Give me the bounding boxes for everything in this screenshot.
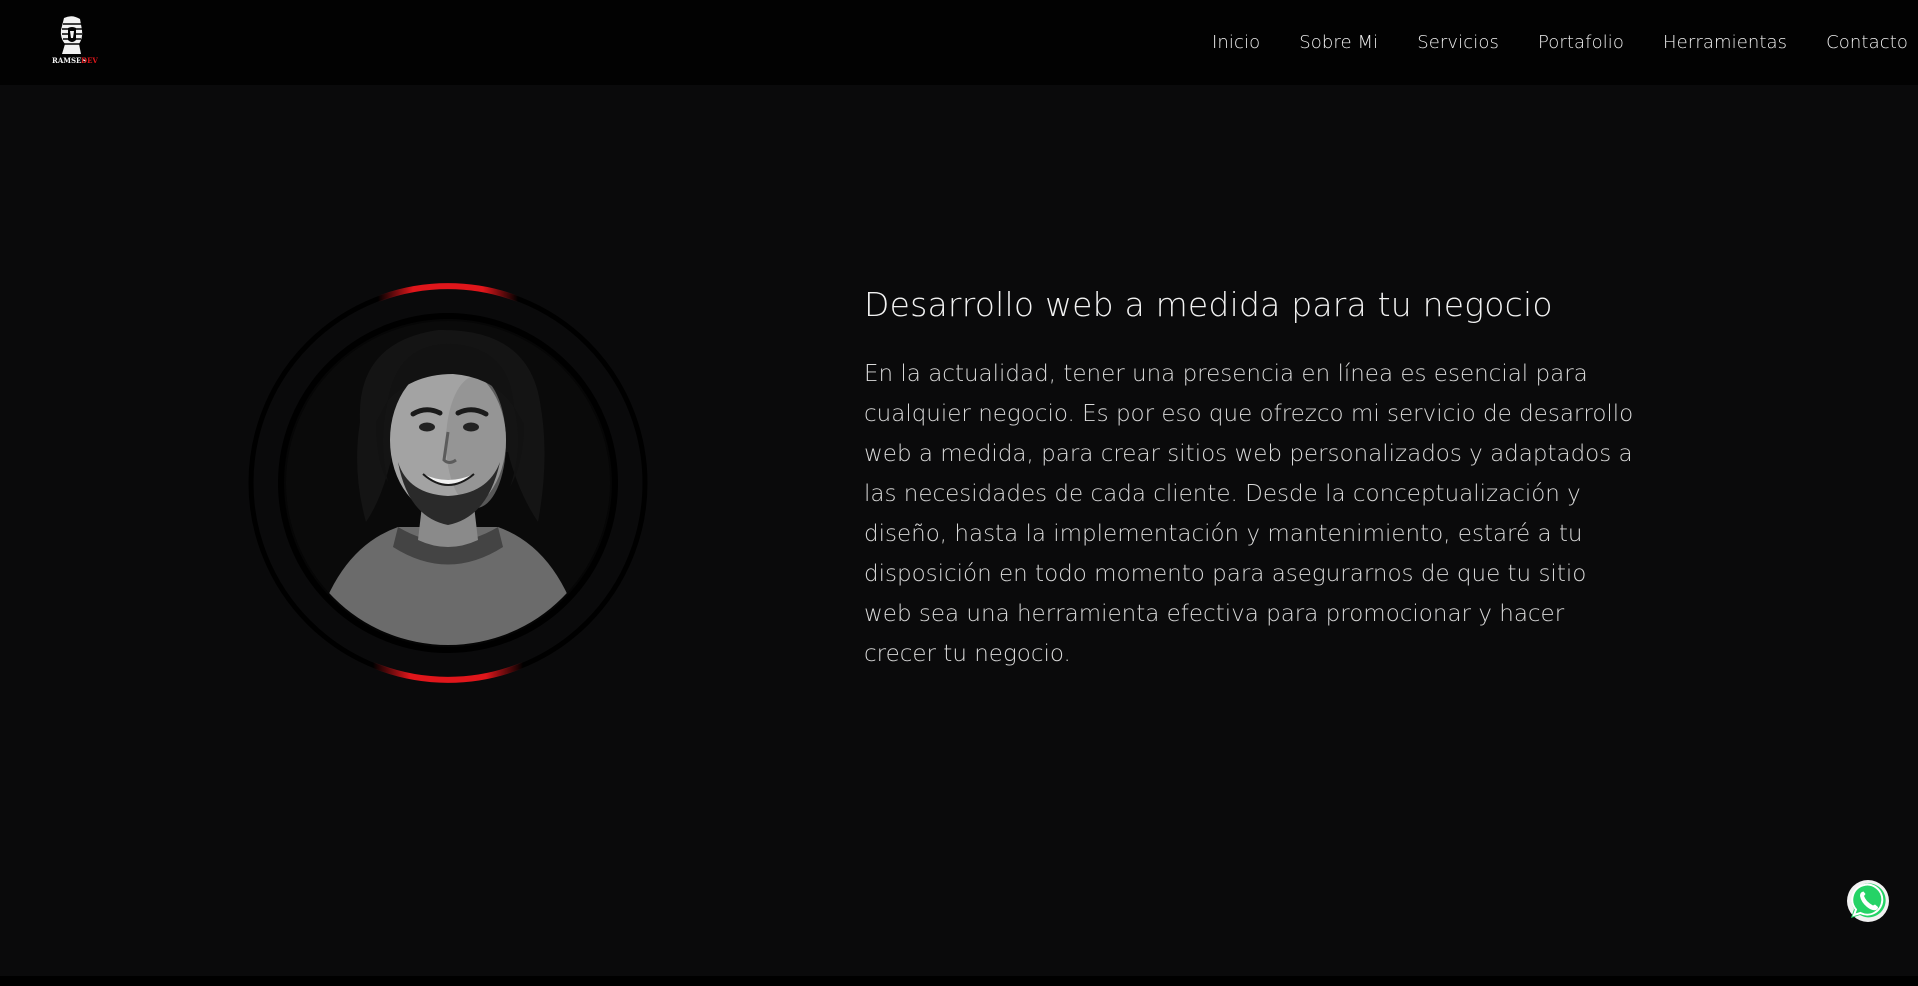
whatsapp-icon xyxy=(1847,880,1889,922)
profile-image-frame xyxy=(248,282,648,684)
logo-text-accent: DEV xyxy=(81,56,98,65)
whatsapp-button[interactable] xyxy=(1845,878,1891,924)
nav-link-inicio[interactable]: Inicio xyxy=(1212,32,1260,53)
hero-text-block: Desarrollo web a medida para tu negocio … xyxy=(864,285,1644,674)
nav-link-sobre-mi[interactable]: Sobre Mi xyxy=(1299,32,1378,53)
footer-edge xyxy=(0,976,1918,986)
nav-link-herramientas[interactable]: Herramientas xyxy=(1663,32,1787,53)
navbar: RAMSES DEV Inicio Sobre Mi Servicios Por… xyxy=(0,0,1918,85)
brand-logo[interactable]: RAMSES DEV xyxy=(48,14,98,66)
nav-link-portafolio[interactable]: Portafolio xyxy=(1538,32,1624,53)
nav-link-contacto[interactable]: Contacto xyxy=(1826,32,1908,53)
pharaoh-logo-icon: RAMSES DEV xyxy=(52,16,98,65)
profile-portrait xyxy=(248,283,648,683)
hero-paragraph: En la actualidad, tener una presencia en… xyxy=(864,361,1634,667)
hero-title: Desarrollo web a medida para tu negocio xyxy=(864,285,1553,324)
nav-link-servicios[interactable]: Servicios xyxy=(1417,32,1499,53)
main-nav: Inicio Sobre Mi Servicios Portafolio Her… xyxy=(1173,0,1908,85)
